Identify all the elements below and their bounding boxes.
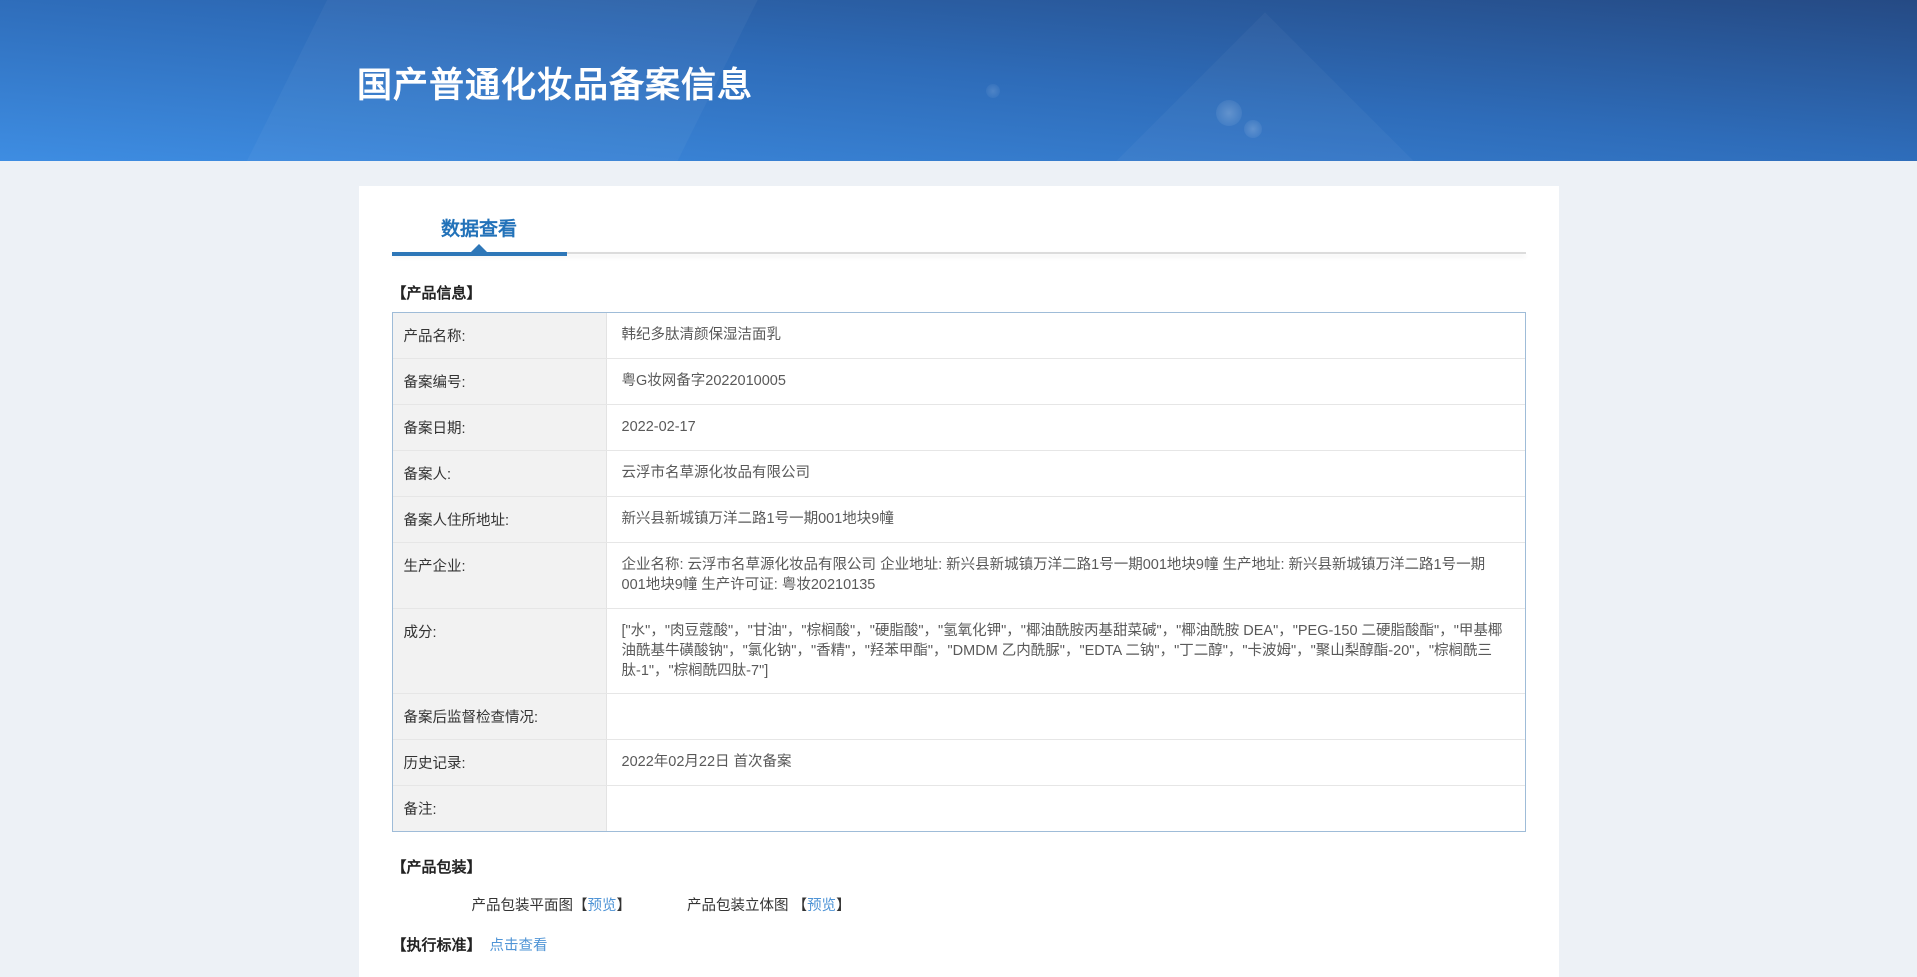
header-decoration-dot <box>1216 100 1242 126</box>
row-value: 新兴县新城镇万洋二路1号一期001地块9幢 <box>621 511 894 527</box>
row-label: 生产企业: <box>392 543 607 608</box>
product-info-table: 产品名称: 韩纪多肽清颜保湿洁面乳 备案编号: 粤G妆网备字2022010005… <box>391 312 1526 833</box>
bracket-close: 】 <box>836 898 851 915</box>
row-value: 韩纪多肽清颜保湿洁面乳 <box>621 327 782 343</box>
packaging-stereo-label: 产品包装立体图 <box>687 898 793 915</box>
packaging-preview-row: 产品包装平面图【预览】 产品包装立体图 【预览】 <box>392 894 1526 915</box>
row-label: 备案编号: <box>392 359 607 404</box>
packaging-stereo-preview-link[interactable]: 预览 <box>807 898 836 914</box>
packaging-flat-label: 产品包装平面图 <box>471 898 574 915</box>
row-value: ["水"，"肉豆蔻酸"，"甘油"，"棕榈酸"，"硬脂酸"，"氢氧化钾"，"椰油酰… <box>621 622 1503 680</box>
table-row: 备案编号: 粤G妆网备字2022010005 <box>392 359 1525 405</box>
packaging-flat-item: 产品包装平面图【预览】 <box>472 894 632 915</box>
row-value: 企业名称: 云浮市名草源化妆品有限公司 企业地址: 新兴县新城镇万洋二路1号一期… <box>621 557 1486 594</box>
packaging-flat-preview-link[interactable]: 预览 <box>588 898 617 914</box>
table-row: 备案日期: 2022-02-17 <box>392 405 1525 451</box>
section-product-info-title: 【产品信息】 <box>391 285 482 302</box>
row-label: 备案人: <box>392 451 607 496</box>
row-value: 2022-02-17 <box>621 419 696 435</box>
tab-bar: 数据查看 <box>391 186 1526 256</box>
bracket-open: 【 <box>792 898 808 915</box>
header-decoration-dot <box>986 84 1000 98</box>
header-decoration-dot <box>1244 120 1262 138</box>
executive-standard-label: 【执行标准】 <box>391 937 482 955</box>
executive-standard-view-link[interactable]: 点击查看 <box>490 938 548 954</box>
table-row: 备案人住所地址: 新兴县新城镇万洋二路1号一期001地块9幢 <box>392 497 1525 543</box>
tab-active-underline <box>391 252 567 256</box>
tab-active-arrow-icon <box>471 244 487 252</box>
tab-data-view[interactable]: 数据查看 <box>391 186 567 256</box>
page-header: 国产普通化妆品备案信息 <box>0 0 1917 161</box>
header-decoration-square <box>1102 12 1427 161</box>
row-value <box>607 786 1525 831</box>
row-label: 备注: <box>392 786 607 832</box>
table-row: 产品名称: 韩纪多肽清颜保湿洁面乳 <box>392 313 1525 359</box>
page-title: 国产普通化妆品备案信息 <box>357 66 754 105</box>
table-row: 备注: <box>392 786 1525 832</box>
executive-standard-row: 【执行标准】 点击查看 <box>392 934 1526 955</box>
tab-data-view-label: 数据查看 <box>440 219 517 240</box>
table-row: 备案人: 云浮市名草源化妆品有限公司 <box>392 451 1525 497</box>
row-value: 粤G妆网备字2022010005 <box>621 373 786 389</box>
content-card: 数据查看 【产品信息】 产品名称: 韩纪多肽清颜保湿洁面乳 备案编号: 粤G妆网… <box>358 186 1559 977</box>
row-value <box>607 694 1525 739</box>
table-row: 备案后监督检查情况: <box>392 694 1525 741</box>
table-row: 生产企业: 企业名称: 云浮市名草源化妆品有限公司 企业地址: 新兴县新城镇万洋… <box>392 543 1525 609</box>
row-label: 备案日期: <box>392 405 607 450</box>
section-product-packaging-title: 【产品包装】 <box>391 859 482 877</box>
packaging-stereo-item: 产品包装立体图 【预览】 <box>687 894 851 915</box>
row-label: 产品名称: <box>392 313 607 358</box>
row-label: 备案后监督检查情况: <box>392 694 607 740</box>
row-label: 成分: <box>392 608 607 694</box>
row-value: 云浮市名草源化妆品有限公司 <box>621 465 811 481</box>
row-label: 备案人住所地址: <box>392 497 607 542</box>
row-label: 历史记录: <box>392 740 607 786</box>
row-value: 2022年02月22日 首次备案 <box>621 754 792 771</box>
bracket-open: 【 <box>573 898 588 915</box>
table-row: 历史记录: 2022年02月22日 首次备案 <box>392 740 1525 787</box>
bracket-close: 】 <box>616 898 632 915</box>
table-row: 成分: ["水"，"肉豆蔻酸"，"甘油"，"棕榈酸"，"硬脂酸"，"氢氧化钾"，… <box>392 608 1525 695</box>
